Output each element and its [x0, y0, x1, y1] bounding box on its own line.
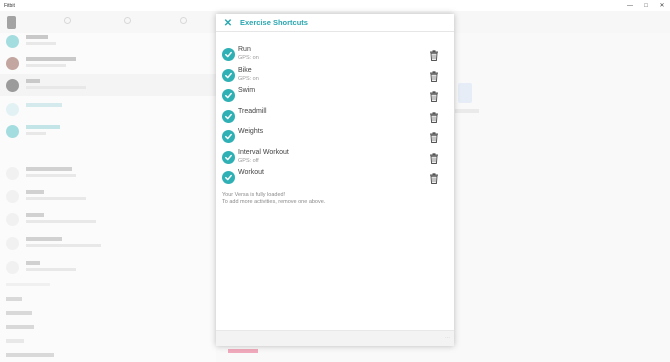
shortcut-name: Run	[238, 46, 251, 53]
shortcut-name: Treadmill	[238, 108, 267, 115]
shortcut-row: Workout	[221, 169, 447, 189]
trash-icon[interactable]	[429, 48, 439, 61]
more-icon[interactable]: ⋯	[445, 335, 450, 341]
shortcut-name: Interval Workout	[238, 149, 289, 156]
shortcut-row: Weights	[221, 128, 447, 148]
checkmark-icon	[222, 151, 235, 164]
dialog-header: ✕ Exercise Shortcuts	[216, 14, 454, 32]
shortcut-row: Run GPS: on	[221, 46, 447, 66]
trash-icon[interactable]	[429, 89, 439, 102]
checkmark-icon	[222, 69, 235, 82]
checkmark-icon	[222, 171, 235, 184]
info-text: Your Versa is fully loaded! To add more …	[222, 192, 325, 205]
trash-icon[interactable]	[429, 110, 439, 123]
shortcut-name: Bike	[238, 67, 252, 74]
trash-icon[interactable]	[429, 69, 439, 82]
minimize-icon[interactable]: —	[622, 0, 638, 11]
trash-icon[interactable]	[429, 171, 439, 184]
dialog-title: Exercise Shortcuts	[240, 18, 308, 27]
checkmark-icon	[222, 89, 235, 102]
shortcut-name: Swim	[238, 87, 256, 94]
shortcut-gps-status: GPS: off	[238, 158, 259, 164]
shortcut-row: Swim	[221, 87, 447, 107]
info-line-2: To add more activities, remove one above…	[222, 198, 326, 205]
shortcut-name: Weights	[238, 128, 264, 135]
maximize-icon[interactable]: □	[638, 0, 654, 11]
dialog-footer: ⋯	[216, 330, 454, 346]
shortcut-name: Workout	[238, 169, 264, 176]
shortcut-gps-status: GPS: on	[238, 55, 259, 61]
window-close-icon[interactable]: ✕	[654, 0, 670, 11]
trash-icon[interactable]	[429, 151, 439, 164]
close-icon[interactable]: ✕	[222, 17, 234, 29]
shortcut-gps-status: GPS: on	[238, 76, 259, 82]
shortcut-row: Treadmill	[221, 108, 447, 128]
shortcut-row: Interval Workout GPS: off	[221, 149, 447, 169]
window-title: Fitbit	[4, 2, 15, 9]
exercise-shortcuts-dialog: ✕ Exercise Shortcuts Run GPS: on Bike GPS: …	[216, 14, 454, 346]
trash-icon[interactable]	[429, 130, 439, 143]
checkmark-icon	[222, 48, 235, 61]
checkmark-icon	[222, 110, 235, 123]
checkmark-icon	[222, 130, 235, 143]
shortcut-row: Bike GPS: on	[221, 67, 447, 87]
window-titlebar: Fitbit	[0, 0, 670, 11]
